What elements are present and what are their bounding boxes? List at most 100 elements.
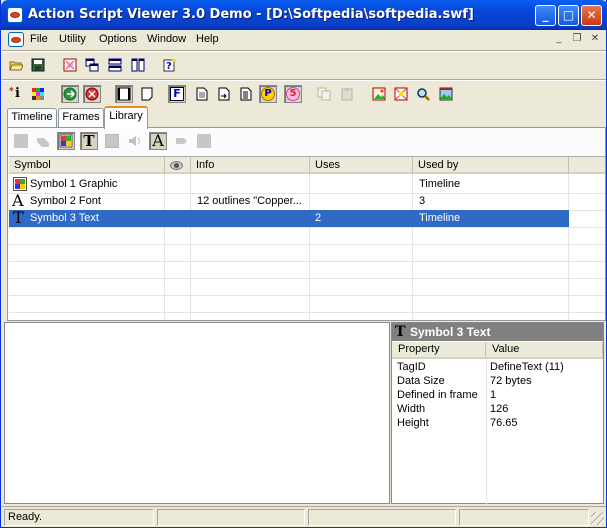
filter-sprite-button[interactable]	[172, 132, 190, 150]
cascade-button[interactable]	[83, 56, 101, 74]
property-row[interactable]: Width 126	[392, 403, 603, 417]
column-uses[interactable]: Uses	[310, 157, 413, 174]
document-button[interactable]	[193, 85, 211, 103]
document-lines-icon	[239, 87, 253, 101]
mdi-close-button[interactable]: ✕	[588, 33, 602, 46]
symbol-used-by: Timeline	[419, 178, 461, 190]
column-property[interactable]: Property	[392, 342, 486, 359]
filter-shape-button[interactable]	[12, 132, 30, 150]
title-bar[interactable]: Action Script Viewer 3.0 Demo - [D:\Soft…	[1, 0, 607, 30]
stop-button[interactable]	[83, 85, 101, 103]
page-icon	[140, 87, 154, 101]
grid-line	[9, 244, 605, 245]
sprite-icon	[174, 134, 188, 148]
status-pane	[459, 509, 589, 526]
column-visibility[interactable]	[165, 157, 191, 174]
column-value[interactable]: Value	[486, 342, 603, 359]
save-button[interactable]	[29, 56, 47, 74]
document-lines-button[interactable]	[237, 85, 255, 103]
grid-line	[9, 227, 605, 228]
paste-button[interactable]	[338, 85, 356, 103]
filter-font-button[interactable]: A	[149, 132, 167, 150]
property-name: Data Size	[397, 375, 445, 387]
filter-morph-button[interactable]	[34, 132, 52, 150]
filter-button-button[interactable]	[103, 132, 121, 150]
menu-utility[interactable]: Utility	[59, 33, 86, 45]
frame-view-button[interactable]	[115, 85, 133, 103]
property-value: DefineText (11)	[490, 361, 564, 373]
export-image-button[interactable]	[370, 85, 388, 103]
symbol-used-by: 3	[419, 195, 426, 207]
menu-window[interactable]: Window	[147, 33, 186, 45]
menu-options[interactable]: Options	[99, 33, 137, 45]
status-pane	[157, 509, 305, 526]
tab-library[interactable]: Library	[104, 106, 148, 129]
properties-pane: T Symbol 3 Text Property Value TagID Def…	[391, 322, 604, 504]
close-button[interactable]: ✕	[581, 5, 602, 26]
open-folder-icon	[9, 58, 24, 72]
document-eye-icon[interactable]	[8, 32, 24, 47]
status-bar: Ready.	[2, 506, 606, 527]
tab-timeline[interactable]: Timeline	[7, 108, 57, 128]
search-button[interactable]	[414, 85, 432, 103]
filter-sound-button[interactable]	[126, 132, 144, 150]
column-symbol[interactable]: Symbol	[9, 157, 165, 174]
tile-vertical-button[interactable]	[129, 56, 147, 74]
help-question-icon: ?	[163, 58, 177, 72]
s-circle-icon: 5	[286, 87, 300, 101]
tab-frames[interactable]: Frames	[58, 108, 104, 128]
status-text: Ready.	[4, 509, 154, 526]
grid-line	[9, 295, 605, 296]
open-folder-button[interactable]	[7, 56, 25, 74]
document-arrow-button[interactable]	[215, 85, 233, 103]
view-image-button[interactable]	[437, 85, 455, 103]
property-value: 126	[490, 403, 509, 415]
symbol-name: Symbol 1 Graphic	[30, 178, 118, 190]
minimize-button[interactable]: _	[535, 5, 556, 26]
symbol-name: Symbol 3 Text	[30, 212, 99, 224]
export-shapes-button[interactable]	[392, 85, 410, 103]
button-symbol-icon	[105, 134, 119, 148]
app-eye-icon[interactable]	[7, 7, 23, 23]
property-value: 72 bytes	[490, 375, 532, 387]
table-row[interactable]: Symbol 1 Graphic Timeline	[9, 176, 569, 193]
p-label: P	[264, 88, 272, 99]
grid-line	[9, 261, 605, 262]
column-info[interactable]: Info	[191, 157, 310, 174]
export-button[interactable]	[61, 56, 79, 74]
table-row[interactable]: T Symbol 3 Text 2 Timeline	[9, 208, 569, 227]
mdi-minimize-button[interactable]: _	[552, 33, 566, 46]
properties-title: Symbol 3 Text	[410, 325, 491, 339]
palette-button[interactable]	[29, 85, 47, 103]
resize-grip-icon[interactable]	[591, 512, 604, 525]
play-forward-button[interactable]	[61, 85, 79, 103]
p-filter-button[interactable]: P	[259, 85, 277, 103]
graphic-icon	[13, 177, 27, 191]
tile-horizontal-button[interactable]	[106, 56, 124, 74]
cascade-windows-icon	[85, 58, 99, 72]
property-row[interactable]: Defined in frame 1	[392, 389, 603, 403]
s-filter-button[interactable]: 5	[284, 85, 302, 103]
symbol-preview-pane[interactable]	[4, 322, 390, 504]
symbol-name: Symbol 2 Font	[30, 195, 101, 207]
menu-help[interactable]: Help	[196, 33, 219, 45]
property-row[interactable]: Height 76.65	[392, 417, 603, 431]
filter-graphic-button[interactable]	[57, 132, 75, 150]
table-row[interactable]: A Symbol 2 Font 12 outlines "Copper... 3	[9, 191, 569, 210]
help-button[interactable]: ?	[161, 56, 179, 74]
mdi-restore-button[interactable]: ❐	[570, 33, 584, 46]
symbol-list: Symbol Info Uses Used by Symbol 1 Graphi…	[9, 156, 605, 320]
filter-video-button[interactable]	[195, 132, 213, 150]
page-view-button[interactable]	[138, 85, 156, 103]
maximize-button[interactable]: □	[558, 5, 579, 26]
filter-text-button[interactable]: T	[80, 132, 98, 150]
property-row[interactable]: Data Size 72 bytes	[392, 375, 603, 389]
info-button[interactable]: * i	[7, 85, 25, 103]
column-used-by[interactable]: Used by	[413, 157, 569, 174]
svg-text:?: ?	[166, 61, 172, 72]
font-filter-button[interactable]: F	[168, 85, 186, 103]
menu-file[interactable]: File	[30, 33, 48, 45]
status-pane	[308, 509, 456, 526]
copy-button[interactable]	[315, 85, 333, 103]
property-row[interactable]: TagID DefineText (11)	[392, 361, 603, 375]
